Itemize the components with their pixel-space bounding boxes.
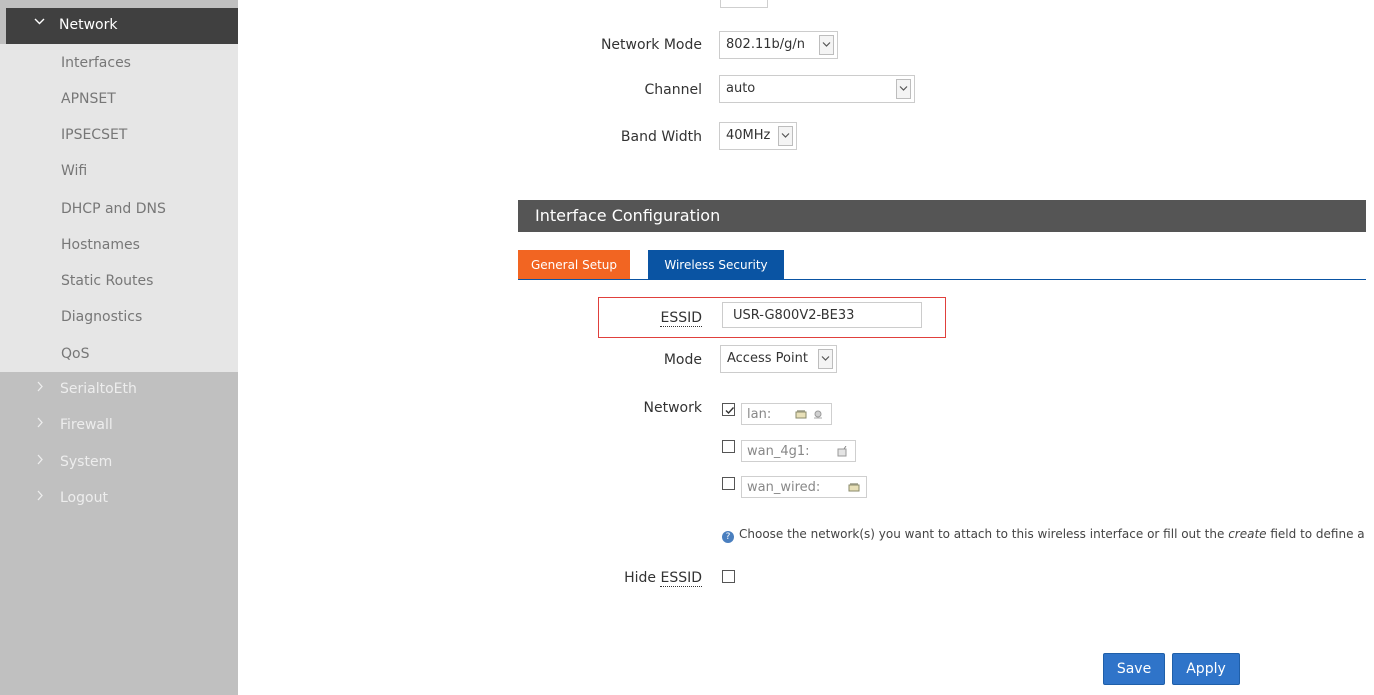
network-wan-wired-chip: wan_wired:	[741, 476, 867, 498]
sidebar-item-apnset[interactable]: APNSET	[61, 89, 116, 109]
nav-section-label: Firewall	[60, 417, 113, 433]
nav-section-label: Logout	[60, 490, 108, 506]
hide-essid-label-text: Hide ESSID	[624, 570, 702, 587]
nav-section-serialtoeth[interactable]: SerialtoEth	[0, 376, 238, 406]
sidebar: Network Interfaces APNSET IPSECSET Wifi …	[0, 0, 238, 695]
essid-input[interactable]	[722, 302, 922, 328]
chevron-down-icon	[34, 16, 45, 31]
chevron-down-icon	[819, 35, 834, 55]
chevron-down-icon	[778, 126, 793, 146]
nav-section-label: System	[60, 454, 113, 470]
sidebar-item-diagnostics[interactable]: Diagnostics	[61, 307, 142, 327]
help-text-after: field to define a nev	[1270, 527, 1366, 541]
sidebar-item-qos[interactable]: QoS	[61, 344, 89, 364]
wireless-icon	[814, 410, 822, 419]
nav-section-label: Network	[59, 17, 118, 33]
interface-configuration-header: Interface Configuration	[518, 200, 1366, 232]
section-title: Interface Configuration	[535, 206, 721, 225]
chevron-right-icon	[36, 454, 44, 469]
cut-off-field	[720, 0, 768, 8]
essid-field[interactable]	[723, 303, 921, 327]
network-submenu: Interfaces APNSET IPSECSET Wifi DHCP and…	[0, 44, 238, 372]
chevron-right-icon	[36, 490, 44, 505]
sidebar-item-ipsecset[interactable]: IPSECSET	[61, 125, 127, 145]
sidebar-item-hostnames[interactable]: Hostnames	[61, 235, 140, 255]
essid-label-text: ESSID	[660, 310, 702, 327]
chevron-right-icon	[36, 417, 44, 432]
network-mode-label: Network Mode	[600, 37, 702, 53]
nav-section-firewall[interactable]: Firewall	[0, 412, 238, 442]
network-lan-checkbox[interactable]	[722, 403, 735, 416]
network-help-text: ? Choose the network(s) you want to attac…	[722, 527, 1366, 543]
mode-label: Mode	[663, 352, 702, 368]
mode-value: Access Point	[727, 351, 808, 366]
sidebar-item-interfaces[interactable]: Interfaces	[61, 53, 131, 73]
chevron-right-icon	[36, 381, 44, 396]
tab-general-setup[interactable]: General Setup	[518, 250, 630, 280]
network-lan-chip: lan:	[741, 403, 832, 425]
network-lan-name: lan:	[747, 407, 772, 422]
tab-label: General Setup	[530, 258, 618, 272]
essid-label: ESSID	[600, 310, 702, 327]
network-wan-4g1-chip: wan_4g1:	[741, 440, 856, 462]
tab-label: Wireless Security	[664, 258, 768, 272]
network-wan-4g1-checkbox[interactable]	[722, 440, 735, 453]
chevron-down-icon	[818, 349, 833, 369]
network-wan-wired-name: wan_wired:	[747, 480, 821, 495]
mode-select[interactable]: Access Point	[720, 345, 837, 373]
band-width-value: 40MHz	[726, 128, 771, 143]
hide-essid-checkbox[interactable]	[722, 570, 735, 583]
apply-button-label: Apply	[1186, 661, 1226, 677]
nav-section-system[interactable]: System	[0, 449, 238, 479]
apply-button[interactable]: Apply	[1172, 653, 1240, 685]
help-icon: ?	[722, 531, 734, 543]
hide-essid-abbr: ESSID	[660, 570, 702, 587]
sidebar-item-static-routes[interactable]: Static Routes	[61, 271, 153, 291]
channel-select[interactable]: auto	[719, 75, 915, 103]
band-width-label: Band Width	[620, 129, 702, 145]
save-button[interactable]: Save	[1103, 653, 1165, 685]
sidebar-item-dhcp-dns[interactable]: DHCP and DNS	[61, 199, 166, 219]
network-label: Network	[643, 400, 702, 416]
channel-value: auto	[726, 81, 756, 96]
channel-label: Channel	[644, 82, 702, 98]
help-text-before: Choose the network(s) you want to attach…	[739, 527, 1229, 541]
network-mode-select[interactable]: 802.11b/g/n	[719, 31, 838, 59]
save-button-label: Save	[1116, 661, 1152, 677]
nav-section-logout[interactable]: Logout	[0, 485, 238, 515]
help-text-emphasis: create	[1228, 527, 1267, 541]
network-wan-wired-checkbox[interactable]	[722, 477, 735, 490]
band-width-select[interactable]: 40MHz	[719, 122, 797, 150]
ethernet-port-icon	[795, 410, 807, 419]
nav-section-network[interactable]: Network	[6, 8, 238, 44]
nav-section-label: SerialtoEth	[60, 381, 137, 397]
tab-divider	[518, 279, 1366, 280]
ethernet-port-icon	[848, 483, 860, 492]
tab-wireless-security[interactable]: Wireless Security	[648, 250, 784, 280]
sidebar-item-wifi[interactable]: Wifi	[61, 161, 87, 181]
network-wan-4g1-name: wan_4g1:	[747, 444, 810, 459]
modem-icon	[837, 446, 847, 457]
chevron-down-icon	[896, 79, 911, 99]
network-mode-value: 802.11b/g/n	[726, 37, 805, 52]
hide-essid-label: Hide ESSID	[560, 570, 702, 587]
